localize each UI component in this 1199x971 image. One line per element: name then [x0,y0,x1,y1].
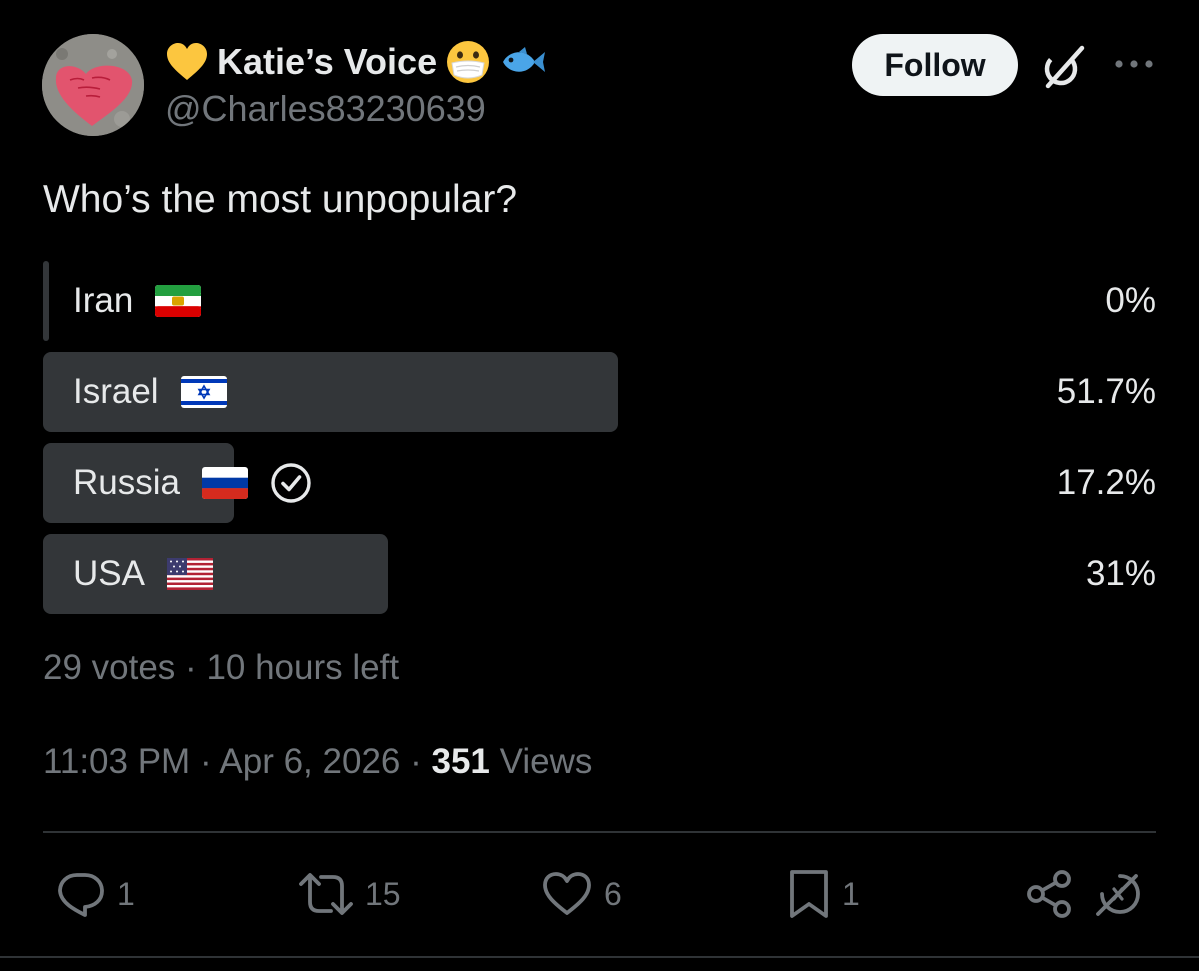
poll-option-label: Russia [73,463,180,502]
poll-option-israel[interactable]: Israel 51.7% [43,352,1156,432]
usa-flag-icon [166,558,213,590]
separator: · [410,742,422,781]
reply-button[interactable]: 1 [55,866,135,922]
poll-option-russia[interactable]: Russia 17.2% [43,443,1156,523]
iran-flag-icon [155,285,202,317]
separator: · [199,742,212,781]
poll-option-percent: 51.7% [1056,372,1156,411]
poll-option-iran[interactable]: Iran 0% [43,261,1156,341]
views-count: 351 [431,742,490,781]
like-count: 6 [604,875,622,912]
user-handle[interactable]: @Charles83230639 [165,88,486,130]
poll-option-label: USA [73,554,145,593]
russia-flag-icon [201,467,248,499]
display-name-text: Katie’s Voice [217,41,438,82]
poll-option-label: Iran [73,281,134,320]
divider [43,831,1156,833]
poll-votes: 29 votes [43,648,176,687]
repost-icon [297,868,355,920]
repost-count: 15 [365,875,401,912]
avatar[interactable] [42,34,144,136]
share-button[interactable] [1024,866,1076,922]
divider [0,956,1199,958]
poll-time-left: 10 hours left [206,648,400,687]
like-button[interactable]: 6 [540,866,622,922]
tweet-time[interactable]: 11:03 PM [43,742,190,781]
fish-icon [499,44,547,80]
views-label: Views [499,742,593,781]
israel-flag-icon [180,376,227,408]
face-with-medical-mask-icon [445,39,491,85]
poll-option-percent: 17.2% [1056,463,1156,502]
heart-icon [540,868,594,920]
poll-option-percent: 0% [1105,281,1156,320]
poll-option-label: Israel [73,372,159,411]
bookmark-count: 1 [842,875,860,912]
separator: · [185,648,197,687]
share-icon [1024,868,1076,920]
voted-check-icon [270,462,312,504]
poll-meta: 29 votes · 10 hours left [43,648,399,688]
display-name[interactable]: Katie’s Voice [165,38,547,86]
poll-bar [43,261,49,341]
follow-button[interactable]: Follow [852,34,1018,96]
bookmark-button[interactable]: 1 [786,866,860,922]
grok-explain-icon [1092,868,1144,920]
more-options-icon[interactable] [1112,44,1156,84]
yellow-heart-icon [165,42,209,82]
reply-icon [55,868,107,920]
tweet-date[interactable]: Apr 6, 2026 [219,742,400,781]
reply-count: 1 [117,875,135,912]
poll-option-percent: 31% [1085,554,1156,593]
bookmark-icon [786,867,832,921]
grok-explain-button[interactable] [1092,866,1144,922]
tweet-card: Katie’s Voice @Charles83230639 Follow Wh… [0,0,1199,971]
tweet-timestamp: 11:03 PM · Apr 6, 2026 · 351 Views [43,742,592,782]
grok-icon[interactable] [1036,40,1090,94]
tweet-text: Who’s the most unpopular? [43,178,518,221]
poll-option-usa[interactable]: USA 31% [43,534,1156,614]
repost-button[interactable]: 15 [297,866,401,922]
